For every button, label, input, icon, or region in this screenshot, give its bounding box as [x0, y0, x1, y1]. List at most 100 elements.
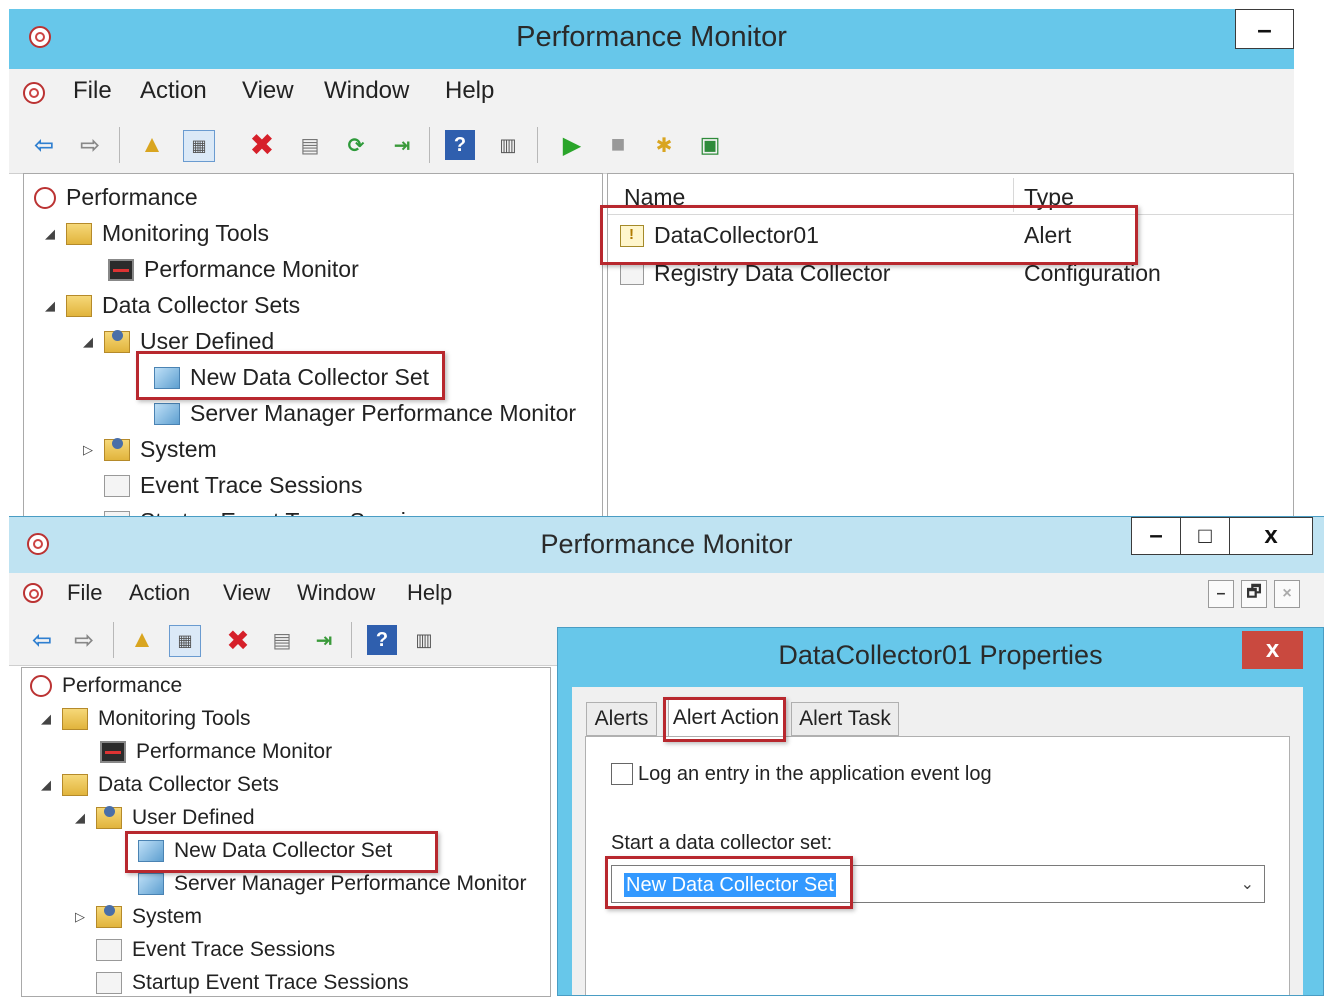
mdi-minimize-button[interactable]: – — [1208, 580, 1234, 608]
tree-item-new-data-collector-set[interactable]: New Data Collector Set — [138, 839, 392, 863]
expanded-chevron-icon[interactable]: ◢ — [80, 334, 96, 350]
menu-action[interactable]: Action — [140, 77, 207, 105]
help-icon[interactable]: ? — [367, 625, 397, 655]
properties-icon[interactable]: ▤ — [295, 130, 325, 160]
tab-alert-task[interactable]: Alert Task — [791, 702, 899, 736]
menu-window[interactable]: Window — [297, 580, 375, 606]
refresh-icon[interactable]: ⟳ — [341, 130, 371, 160]
tree-item-monitoring-tools[interactable]: ◢ Monitoring Tools — [42, 220, 269, 247]
chevron-down-icon[interactable]: ⌄ — [1241, 874, 1254, 894]
start-icon[interactable]: ▶ — [557, 130, 587, 160]
expanded-chevron-icon[interactable]: ◢ — [42, 298, 58, 314]
delete-icon[interactable]: ✖ — [223, 625, 253, 656]
action-pane-icon[interactable]: ▥ — [493, 130, 523, 160]
tree-item-event-trace-sessions[interactable]: Event Trace Sessions — [104, 472, 362, 499]
forward-arrow-icon[interactable]: ⇨ — [75, 130, 105, 160]
save-template-icon[interactable]: ▣ — [695, 130, 725, 160]
top-tree-pane[interactable]: Performance ◢ Monitoring Tools Performan… — [23, 173, 603, 519]
folder-icon — [66, 294, 92, 317]
tree-item-performance[interactable]: Performance — [30, 674, 182, 698]
collapsed-chevron-icon[interactable]: ▷ — [80, 442, 96, 458]
log-entry-checkbox[interactable] — [611, 763, 633, 785]
tree-item-data-collector-sets[interactable]: ◢ Data Collector Sets — [42, 292, 300, 319]
menu-file[interactable]: File — [67, 580, 102, 606]
tree-item-performance-monitor[interactable]: Performance Monitor — [108, 256, 359, 283]
maximize-button[interactable]: □ — [1180, 517, 1230, 555]
menu-view[interactable]: View — [223, 580, 270, 606]
start-collector-dropdown[interactable]: New Data Collector Set ⌄ — [611, 865, 1265, 903]
expanded-chevron-icon[interactable]: ◢ — [42, 226, 58, 242]
data-collector-set-icon — [154, 366, 180, 389]
expanded-chevron-icon[interactable]: ◢ — [72, 810, 88, 826]
minimize-button[interactable]: – — [1131, 517, 1181, 555]
list-row-type[interactable]: Alert — [1024, 222, 1071, 249]
tree-item-performance[interactable]: Performance — [34, 184, 198, 211]
data-collector-set-icon — [154, 402, 180, 425]
mdi-app-icon[interactable] — [23, 82, 45, 104]
tree-item-performance-monitor[interactable]: Performance Monitor — [100, 740, 332, 764]
tree-item-server-manager-pm[interactable]: Server Manager Performance Monitor — [154, 400, 576, 427]
folder-icon — [62, 708, 88, 730]
properties-icon[interactable]: ▤ — [267, 625, 297, 655]
list-row-name[interactable]: Registry Data Collector — [620, 260, 890, 287]
top-title-bar[interactable]: Performance Monitor – — [9, 9, 1294, 69]
expanded-chevron-icon[interactable]: ◢ — [38, 711, 54, 727]
back-arrow-icon[interactable]: ⇦ — [29, 130, 59, 160]
tree-item-event-trace-sessions[interactable]: Event Trace Sessions — [96, 938, 335, 962]
tree-item-startup-event-trace-sessions[interactable]: Startup Event Trace Sessions — [96, 971, 409, 995]
list-row-type[interactable]: Configuration — [1024, 260, 1161, 287]
menu-help[interactable]: Help — [407, 580, 452, 606]
up-folder-icon[interactable]: ▲ — [137, 130, 167, 160]
tree-label: User Defined — [140, 328, 275, 354]
back-arrow-icon[interactable]: ⇦ — [27, 625, 57, 655]
dialog-close-button[interactable]: x — [1242, 631, 1303, 669]
column-header-name[interactable]: Name — [624, 184, 685, 211]
registry-collector-icon — [620, 262, 644, 285]
menu-action[interactable]: Action — [129, 580, 190, 606]
export-icon[interactable]: ⇥ — [309, 625, 339, 655]
mdi-app-icon[interactable] — [23, 583, 43, 603]
mdi-restore-button[interactable]: 🗗 — [1241, 580, 1267, 608]
show-hide-tree-icon[interactable]: ▦ — [183, 130, 215, 162]
monitor-icon — [108, 258, 134, 281]
tree-item-monitoring-tools[interactable]: ◢ Monitoring Tools — [38, 707, 251, 731]
tree-item-server-manager-pm[interactable]: Server Manager Performance Monitor — [138, 872, 526, 896]
dialog-title[interactable]: DataCollector01 Properties — [558, 640, 1323, 671]
column-divider[interactable] — [1013, 178, 1014, 212]
mdi-close-button[interactable]: × — [1274, 580, 1300, 608]
close-button[interactable]: x — [1229, 517, 1313, 555]
tree-label: Performance Monitor — [136, 740, 333, 763]
tree-item-system[interactable]: ▷ System — [72, 905, 202, 929]
help-icon[interactable]: ? — [445, 130, 475, 160]
menu-window[interactable]: Window — [324, 77, 409, 105]
log-entry-label[interactable]: Log an entry in the application event lo… — [638, 763, 992, 786]
action-pane-icon[interactable]: ▥ — [409, 625, 439, 655]
up-folder-icon[interactable]: ▲ — [127, 625, 157, 655]
menu-view[interactable]: View — [242, 77, 294, 105]
forward-arrow-icon[interactable]: ⇨ — [69, 625, 99, 655]
bottom-title-bar[interactable]: Performance Monitor – □ x — [9, 517, 1324, 573]
top-list-pane[interactable]: Name Type DataCollector01 Alert Registry… — [607, 173, 1294, 519]
bottom-menu-bar: File Action View Window Help – 🗗 × — [9, 573, 1324, 616]
new-icon[interactable]: ✱ — [649, 130, 679, 160]
tree-item-user-defined[interactable]: ◢ User Defined — [80, 328, 274, 355]
collapsed-chevron-icon[interactable]: ▷ — [72, 909, 88, 925]
show-hide-tree-icon[interactable]: ▦ — [169, 625, 201, 657]
export-icon[interactable]: ⇥ — [387, 130, 417, 160]
tab-alerts[interactable]: Alerts — [586, 702, 657, 736]
tree-item-system[interactable]: ▷ System — [80, 436, 217, 463]
expanded-chevron-icon[interactable]: ◢ — [38, 777, 54, 793]
delete-icon[interactable]: ✖ — [247, 129, 277, 162]
menu-file[interactable]: File — [73, 77, 112, 105]
stop-icon[interactable]: ■ — [603, 130, 633, 160]
toolbar-separator — [537, 127, 538, 163]
minimize-button[interactable]: – — [1235, 9, 1294, 49]
tree-item-user-defined[interactable]: ◢ User Defined — [72, 806, 255, 830]
tree-item-new-data-collector-set[interactable]: New Data Collector Set — [154, 364, 429, 391]
list-row-name[interactable]: DataCollector01 — [620, 222, 819, 249]
tree-item-data-collector-sets[interactable]: ◢ Data Collector Sets — [38, 773, 279, 797]
menu-help[interactable]: Help — [445, 77, 494, 105]
tab-alert-action[interactable]: Alert Action — [668, 698, 784, 736]
bottom-tree-pane[interactable]: Performance ◢ Monitoring Tools Performan… — [21, 667, 551, 997]
column-header-type[interactable]: Type — [1024, 184, 1074, 211]
